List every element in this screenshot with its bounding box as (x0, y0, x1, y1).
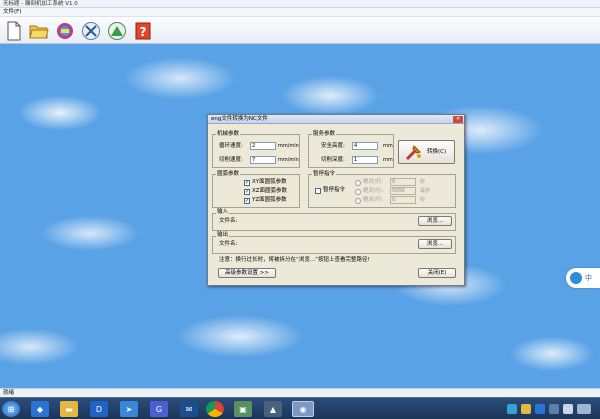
convert-tool-icon (405, 144, 423, 163)
app-tool-icon[interactable]: ▲ (264, 401, 282, 417)
xy-arc-checkbox[interactable]: ✓ (244, 180, 250, 186)
dialog-title: eng文件转换为NC文件 (211, 116, 268, 122)
yz-arc-label: YZ面圆弧参数 (252, 197, 287, 203)
system-tray (507, 401, 597, 417)
output-browse-button[interactable]: 浏览... (418, 239, 452, 249)
output-file-label: 文件名: (219, 241, 238, 247)
chrome-icon[interactable] (206, 401, 224, 417)
side-float-widget[interactable]: 中 (566, 268, 600, 288)
taskbar: ⊞ ◆ ▬ D ➤ G ✉ ▣ ▲ ◉ (0, 397, 600, 419)
engrave-icon[interactable] (54, 20, 75, 41)
new-file-icon[interactable] (3, 20, 24, 41)
menu-file[interactable]: 文件(F) (3, 8, 21, 17)
status-bar: 就绪 (0, 388, 600, 397)
pause-radio-3[interactable] (355, 198, 361, 204)
service-params-label: 服务参数 (312, 131, 337, 137)
pause-radio-1-input[interactable]: 0 (390, 178, 416, 186)
safe-height-label: 安全高度: (321, 143, 345, 149)
feed-speed-unit: mm/min (278, 143, 299, 149)
menu-bar: 文件(F) (0, 8, 600, 17)
side-widget-label: 中 (585, 274, 592, 282)
tray-s-icon[interactable] (535, 404, 545, 414)
help-icon[interactable]: ? (132, 20, 153, 41)
advanced-settings-button[interactable]: 高级参数设置 >> (218, 268, 276, 278)
window-title: 无标题 - 雕刻机加工系统 V1.0 (3, 1, 78, 7)
cut-depth-unit: mm (383, 157, 393, 163)
pause-radio-3-input[interactable]: 0 (390, 196, 416, 204)
svg-text:?: ? (139, 25, 146, 39)
mill-icon[interactable] (106, 20, 127, 41)
pause-radio-1-label: 绝对/行: (363, 179, 384, 185)
pause-radio-2-label: 绝对/行: (363, 188, 384, 194)
tray-network-icon[interactable] (549, 404, 559, 414)
cut-speed-label: 切削速度: (219, 157, 243, 163)
pause-command-label: 暂停指令 (323, 187, 346, 193)
circle-params-label: 圆弧参数 (216, 171, 241, 177)
yz-arc-checkbox[interactable]: ✓ (244, 198, 250, 204)
output-group-label: 输出 (216, 232, 230, 238)
cut-speed-unit: mm/min (278, 157, 299, 163)
cut-depth-label: 切削深度: (321, 157, 345, 163)
app-blue-icon[interactable]: ◆ (31, 401, 49, 417)
convert-icon[interactable] (80, 20, 101, 41)
input-browse-button[interactable]: 浏览... (418, 216, 452, 226)
pause-radio-1-unit: 秒 (420, 179, 426, 185)
close-button[interactable]: 关闭(E) (418, 268, 456, 278)
pause-radio-1[interactable] (355, 180, 361, 186)
safe-height-unit: mm (383, 143, 393, 149)
input-file-label: 文件名: (219, 218, 238, 224)
app-green-icon[interactable]: ▣ (234, 401, 252, 417)
mail-icon[interactable]: ✉ (180, 401, 198, 417)
tray-app-icon[interactable] (507, 404, 517, 414)
tray-clock-icon[interactable] (577, 404, 591, 414)
pause-radio-2-unit: 毫秒 (420, 188, 431, 194)
app-d-icon[interactable]: D (90, 401, 108, 417)
dialog-titlebar: eng文件转换为NC文件 ✕ (208, 115, 464, 124)
machine-params-label: 机械参数 (216, 131, 241, 137)
pause-radio-3-unit: 秒 (420, 197, 426, 203)
xz-arc-label: XZ面圆弧参数 (252, 188, 288, 194)
feed-speed-label: 循环速度: (219, 143, 243, 149)
active-app-icon[interactable]: ◉ (292, 401, 314, 417)
assistant-icon (570, 272, 582, 284)
app-g-icon[interactable]: G (150, 401, 168, 417)
pause-command-checkbox[interactable]: ✓ (315, 188, 321, 194)
window-titlebar: 无标题 - 雕刻机加工系统 V1.0 (0, 0, 600, 8)
tray-app2-icon[interactable] (521, 404, 531, 414)
xz-arc-checkbox[interactable]: ✓ (244, 189, 250, 195)
tray-volume-icon[interactable] (563, 404, 573, 414)
cut-depth-input[interactable]: 1 (352, 156, 378, 164)
feed-speed-input[interactable]: 2 (250, 142, 276, 150)
path-note: 注意：换行过长时，将被拆分在“浏览...”按钮上查看完整路径! (219, 257, 370, 263)
pause-radio-3-label: 绝对/行: (363, 197, 384, 203)
start-button-icon[interactable]: ⊞ (2, 401, 20, 417)
folder-icon[interactable]: ▬ (60, 401, 78, 417)
dialog-close-icon[interactable]: ✕ (453, 116, 463, 123)
pause-radio-2-input[interactable]: 5000 (390, 187, 416, 195)
convert-button-label: 转换(C) (427, 149, 447, 155)
toolbar: ? (0, 17, 600, 44)
pause-radio-2[interactable] (355, 189, 361, 195)
xy-arc-label: XY面圆弧参数 (252, 179, 287, 185)
app-arrow-icon[interactable]: ➤ (120, 401, 138, 417)
pause-group-label: 暂停指令 (312, 171, 337, 177)
safe-height-input[interactable]: 4 (352, 142, 378, 150)
open-folder-icon[interactable] (28, 20, 49, 41)
cut-speed-input[interactable]: 7 (250, 156, 276, 164)
input-group-label: 输入 (216, 209, 230, 215)
convert-button[interactable]: 转换(C) (398, 140, 455, 164)
